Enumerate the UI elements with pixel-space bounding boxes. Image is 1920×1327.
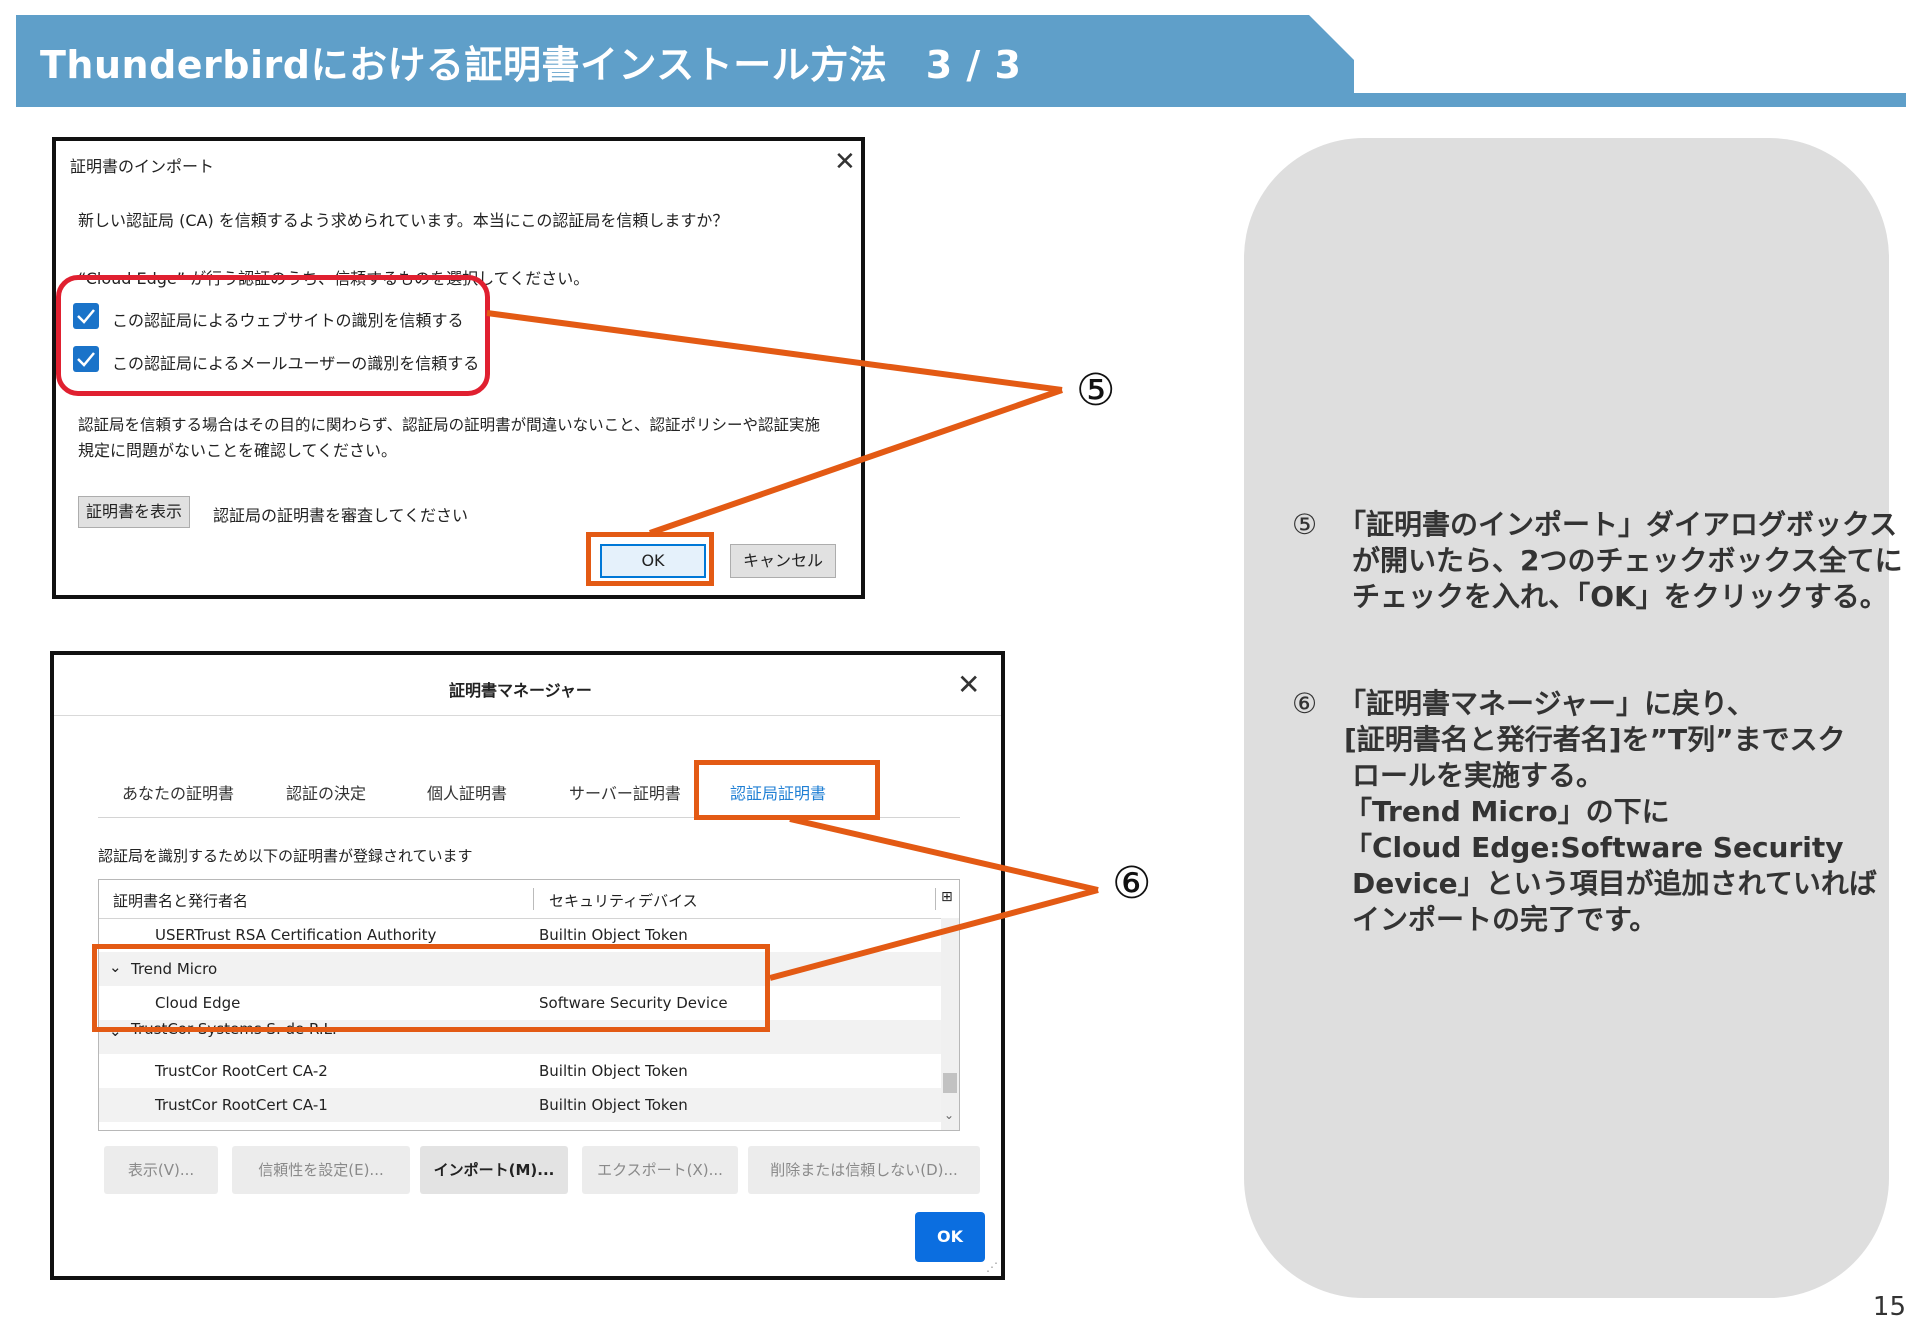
view-button[interactable]: 表示(V)... — [104, 1146, 218, 1194]
tree-scrollbar[interactable]: ⌄ — [941, 918, 959, 1130]
step6-marker: ⑥ — [1292, 687, 1318, 720]
scrollbar-thumb[interactable] — [943, 1073, 957, 1093]
manager-description: 認証局を識別するため以下の証明書が登録されています — [98, 847, 473, 865]
tab-personal[interactable]: 個人証明書 — [427, 780, 507, 804]
column-separator — [935, 888, 936, 910]
step5-line: が開いたら、2つのチェックボックス全てに — [1352, 544, 1903, 577]
slide-title: Thunderbirdにおける証明書インストール方法 3 / 3 — [40, 43, 1022, 87]
column-separator — [533, 888, 534, 910]
step6-line: [証明書名と発行者名]を”T列”までスク — [1344, 723, 1846, 756]
cert-name: TrustCor RootCert CA-2 — [155, 1062, 328, 1080]
step6-line: Device」という項目が追加されていれば — [1352, 867, 1877, 900]
title-divider — [54, 715, 1001, 716]
callout-marker-five: ⑤ — [1076, 365, 1116, 416]
cert-device: Builtin Object Token — [539, 1062, 688, 1080]
view-certificate-hint: 認証局の証明書を審査してください — [213, 506, 469, 525]
step5-marker: ⑤ — [1292, 508, 1318, 541]
step5-line: 「証明書のインポート」ダイアログボックス — [1338, 508, 1898, 541]
column-header-name[interactable]: 証明書名と発行者名 — [113, 890, 248, 911]
resize-grip-icon[interactable]: ⋰ — [986, 1260, 998, 1274]
trust-notice-line2: 規定に問題がないことを確認してください。 — [78, 441, 398, 460]
tab-auth-decisions[interactable]: 認証の決定 — [286, 780, 366, 804]
ok-button-highlight — [586, 532, 714, 586]
column-picker-icon[interactable]: ⊞ — [941, 889, 953, 905]
cancel-button[interactable]: キャンセル — [730, 544, 836, 578]
cloud-edge-row-highlight — [92, 944, 770, 1032]
table-row[interactable]: TrustCor RootCert CA-2 Builtin Object To… — [99, 1054, 954, 1088]
column-header-device[interactable]: セキュリティデバイス — [549, 890, 698, 911]
authorities-tab-highlight — [694, 760, 880, 820]
delete-distrust-button[interactable]: 削除または信頼しない(D)... — [748, 1146, 980, 1194]
page-number: 15 — [1872, 1292, 1906, 1322]
cert-device: Builtin Object Token — [539, 926, 688, 944]
tree-header: 証明書名と発行者名 セキュリティデバイス ⊞ — [99, 880, 959, 919]
cert-device: Builtin Object Token — [539, 1096, 688, 1114]
scroll-down-icon[interactable]: ⌄ — [944, 1108, 954, 1122]
close-icon[interactable]: ✕ — [834, 149, 856, 175]
manager-ok-button[interactable]: OK — [915, 1212, 985, 1262]
tab-your-certificates[interactable]: あなたの証明書 — [122, 780, 234, 804]
step6-line: 「証明書マネージャー」に戻り、 — [1338, 687, 1755, 720]
set-trust-button[interactable]: 信頼性を設定(E)... — [232, 1146, 410, 1194]
callout-marker-six: ⑥ — [1112, 858, 1152, 909]
step6-line: 「Trend Micro」の下に — [1344, 795, 1670, 828]
cert-name: TrustCor RootCert CA-1 — [155, 1096, 328, 1114]
view-certificate-button[interactable]: 証明書を表示 — [78, 496, 190, 528]
checkbox-highlight — [56, 275, 490, 396]
tab-servers[interactable]: サーバー証明書 — [569, 780, 681, 804]
import-button[interactable]: インポート(M)... — [420, 1146, 568, 1194]
step6-line: インポートの完了です。 — [1352, 903, 1658, 936]
import-dialog-title: 証明書のインポート — [70, 157, 215, 176]
step6-line: 「Cloud Edge:Software Security — [1344, 831, 1844, 864]
table-row[interactable]: TrustCor RootCert CA-1 Builtin Object To… — [99, 1088, 954, 1122]
title-banner-underline — [16, 93, 1906, 107]
close-icon[interactable]: ✕ — [957, 671, 980, 699]
import-prompt: 新しい認証局 (CA) を信頼するよう求められています。本当にこの認証局を信頼し… — [78, 211, 729, 230]
step6-line: ロールを実施する。 — [1352, 759, 1605, 792]
step5-line: チェックを入れ、「OK」をクリックする。 — [1352, 580, 1888, 613]
trust-notice-line1: 認証局を信頼する場合はその目的に関わらず、認証局の証明書が間違いないこと、認証ポ… — [78, 416, 820, 434]
manager-dialog-title: 証明書マネージャー — [449, 681, 592, 700]
cert-name: USERTrust RSA Certification Authority — [155, 926, 437, 944]
export-button[interactable]: エクスポート(X)... — [582, 1146, 738, 1194]
